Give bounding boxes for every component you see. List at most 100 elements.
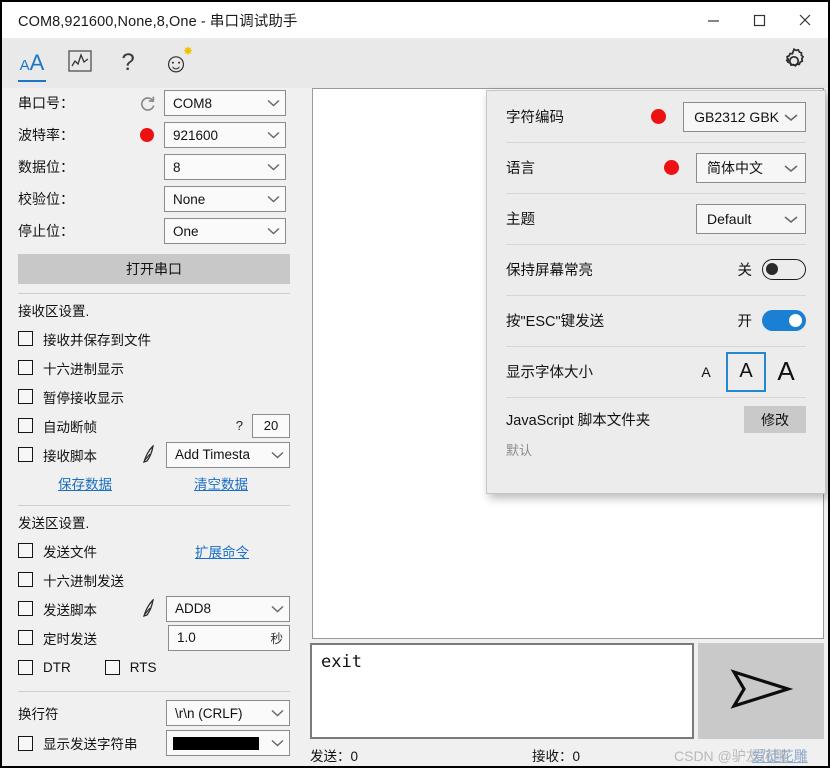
serial-row-port: 串口号： COM8 — [4, 88, 304, 118]
clear-data-link[interactable]: 清空数据 — [194, 473, 248, 493]
refresh-icon[interactable] — [130, 94, 164, 113]
theme-value: Default — [707, 210, 752, 227]
chevron-down-icon — [267, 192, 280, 207]
checkbox-box[interactable] — [18, 360, 33, 375]
extend-command-link[interactable]: 扩展命令 — [195, 541, 249, 561]
font-size-large[interactable]: A — [766, 352, 806, 392]
receive-script-combo[interactable]: Add Timesta — [166, 441, 290, 468]
save-data-link[interactable]: 保存数据 — [58, 473, 112, 493]
open-port-button[interactable]: 打开串口 — [18, 254, 290, 284]
send-input[interactable]: exit — [310, 643, 694, 739]
chevron-down-icon — [784, 109, 798, 125]
encoding-label: 字符编码 — [506, 110, 564, 126]
checkbox-box[interactable] — [18, 331, 33, 346]
checkbox-send-script[interactable]: 发送脚本 ADD8 — [4, 594, 304, 623]
dtr-rts-row: DTR RTS — [4, 652, 304, 682]
theme-combo[interactable]: Default — [696, 203, 806, 234]
keep-screen-toggle[interactable] — [762, 259, 806, 280]
send-interval-input[interactable]: 1.0 秒 — [168, 624, 290, 651]
theme-label: 主题 — [506, 212, 535, 228]
checkbox-rts[interactable] — [104, 659, 120, 675]
question-mark-icon: ? — [121, 49, 135, 76]
esc-send-state-text: 开 — [737, 314, 753, 330]
dtr-label: DTR — [43, 659, 71, 675]
data-bits-combo[interactable]: 8 — [164, 154, 286, 180]
checkbox-receive-script[interactable]: 接收脚本 Add Timesta — [4, 440, 304, 469]
parity-combo[interactable]: None — [164, 186, 286, 212]
baud-rate-label: 波特率： — [18, 127, 74, 143]
encoding-value: GB2312 GBK — [694, 108, 779, 125]
js-folder-modify-button[interactable]: 修改 — [744, 406, 806, 433]
line-ending-combo[interactable]: \r\n (CRLF) — [166, 700, 290, 726]
checkbox-hex-display[interactable]: 十六进制显示 — [4, 353, 304, 382]
checkbox-timed-send[interactable]: 定时发送 1.0 秒 — [4, 623, 304, 652]
serial-row-baud: 波特率： 921600 — [4, 120, 304, 150]
checkbox-send-file[interactable]: 发送文件 扩展命令 — [4, 536, 304, 565]
status-dot-icon — [664, 160, 679, 175]
script-pen-icon[interactable] — [141, 445, 158, 464]
toolbar: AA ? ☺ ✸ — [2, 38, 828, 88]
js-folder-label: JavaScript 脚本文件夹 — [506, 413, 651, 429]
send-button[interactable] — [698, 643, 824, 739]
data-bits-value: 8 — [173, 159, 181, 175]
checkbox-hex-send[interactable]: 十六进制发送 — [4, 565, 304, 594]
checkbox-box[interactable] — [18, 543, 33, 558]
stop-bits-combo[interactable]: One — [164, 218, 286, 244]
checkbox-pause-display[interactable]: 暂停接收显示 — [4, 382, 304, 411]
checkbox-box[interactable] — [18, 389, 33, 404]
checkbox-box[interactable] — [18, 630, 33, 645]
font-size-small[interactable]: A — [686, 352, 726, 392]
tab-chart[interactable] — [56, 38, 104, 88]
auto-frame-help-icon[interactable]: ? — [236, 418, 243, 433]
checkbox-box[interactable] — [18, 447, 33, 462]
maximize-button[interactable] — [736, 2, 782, 38]
font-size-medium-selected[interactable]: A — [726, 351, 766, 392]
language-combo[interactable]: 简体中文 — [696, 152, 806, 183]
chevron-down-icon — [271, 601, 284, 616]
divider — [18, 505, 290, 506]
checkbox-auto-frame[interactable]: 自动断帧 ? 20 — [4, 411, 304, 440]
js-folder-path: 默认 — [506, 443, 533, 458]
chart-icon — [68, 49, 92, 77]
baud-rate-value: 921600 — [173, 127, 219, 143]
chevron-down-icon — [267, 128, 280, 143]
checkbox-box[interactable] — [18, 418, 33, 433]
font-size-label: 显示字体大小 — [506, 365, 593, 381]
esc-send-toggle[interactable] — [762, 310, 806, 331]
serial-row-parity: 校验位： None — [4, 184, 304, 214]
checkbox-box[interactable] — [18, 572, 33, 587]
close-button[interactable] — [782, 2, 828, 38]
receive-section-title: 接收区设置. — [18, 304, 90, 319]
send-script-combo[interactable]: ADD8 — [166, 595, 290, 622]
tab-help[interactable]: ? — [104, 38, 152, 88]
keep-screen-state-text: 关 — [737, 263, 753, 279]
status-received-count: 接收：0 — [532, 749, 581, 764]
data-bits-label: 数据位： — [18, 159, 74, 175]
send-arrow-icon — [728, 664, 794, 719]
star-badge-icon: ✸ — [182, 44, 193, 58]
language-label: 语言 — [506, 161, 535, 177]
watermark: CSDN @驴友花雕爱徒花雕 — [674, 746, 808, 766]
auto-frame-input[interactable]: 20 — [252, 413, 290, 438]
chevron-down-icon — [784, 160, 798, 176]
tab-about[interactable]: ☺ ✸ — [152, 38, 200, 88]
script-pen-icon[interactable] — [141, 599, 158, 618]
baud-rate-combo[interactable]: 921600 — [164, 122, 286, 148]
tab-font[interactable]: AA — [8, 38, 56, 88]
setting-row-theme: 主题 Default — [487, 193, 825, 244]
settings-gear-button[interactable] — [774, 43, 814, 83]
send-interval-unit: 秒 — [270, 632, 283, 646]
keep-screen-label: 保持屏幕常亮 — [506, 263, 593, 279]
checkbox-save-to-file[interactable]: 接收并保存到文件 — [4, 324, 304, 353]
checkbox-dtr[interactable] — [18, 659, 33, 675]
receive-script-value: Add Timesta — [175, 447, 251, 462]
chevron-down-icon — [271, 447, 284, 462]
line-ending-label: 换行符 — [18, 707, 59, 722]
minimize-button[interactable] — [690, 2, 736, 38]
checkbox-label: 暂停接收显示 — [43, 390, 124, 406]
encoding-combo[interactable]: GB2312 GBK — [683, 101, 806, 132]
serial-port-combo[interactable]: COM8 — [164, 90, 286, 116]
divider — [18, 691, 290, 692]
font-size-icon: AA — [19, 50, 45, 75]
checkbox-box[interactable] — [18, 601, 33, 616]
